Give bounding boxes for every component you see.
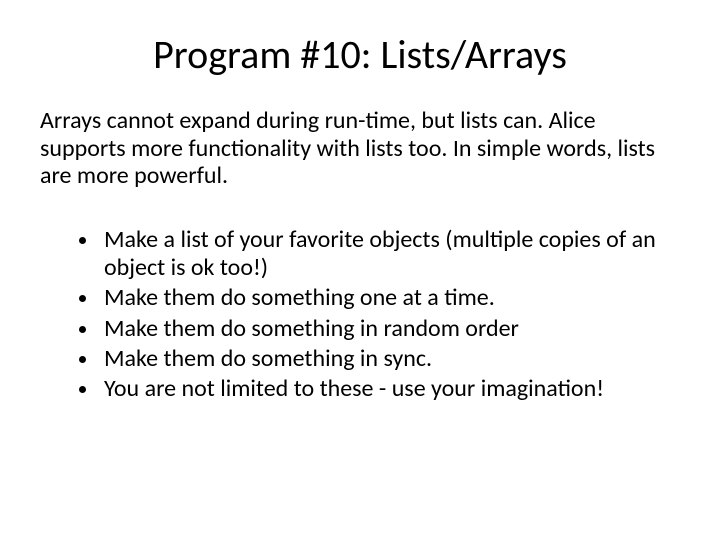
slide-title: Program #10: Lists/Arrays — [40, 30, 680, 79]
list-item: Make a list of your favorite objects (mu… — [100, 226, 680, 283]
list-item: Make them do something one at a time. — [100, 284, 680, 312]
bullet-list: Make a list of your favorite objects (mu… — [40, 226, 680, 404]
intro-paragraph: Arrays cannot expand during run-time, bu… — [40, 107, 680, 190]
list-item: You are not limited to these - use your … — [100, 375, 680, 403]
slide: Program #10: Lists/Arrays Arrays cannot … — [0, 0, 720, 540]
list-item: Make them do something in sync. — [100, 345, 680, 373]
list-item: Make them do something in random order — [100, 315, 680, 343]
